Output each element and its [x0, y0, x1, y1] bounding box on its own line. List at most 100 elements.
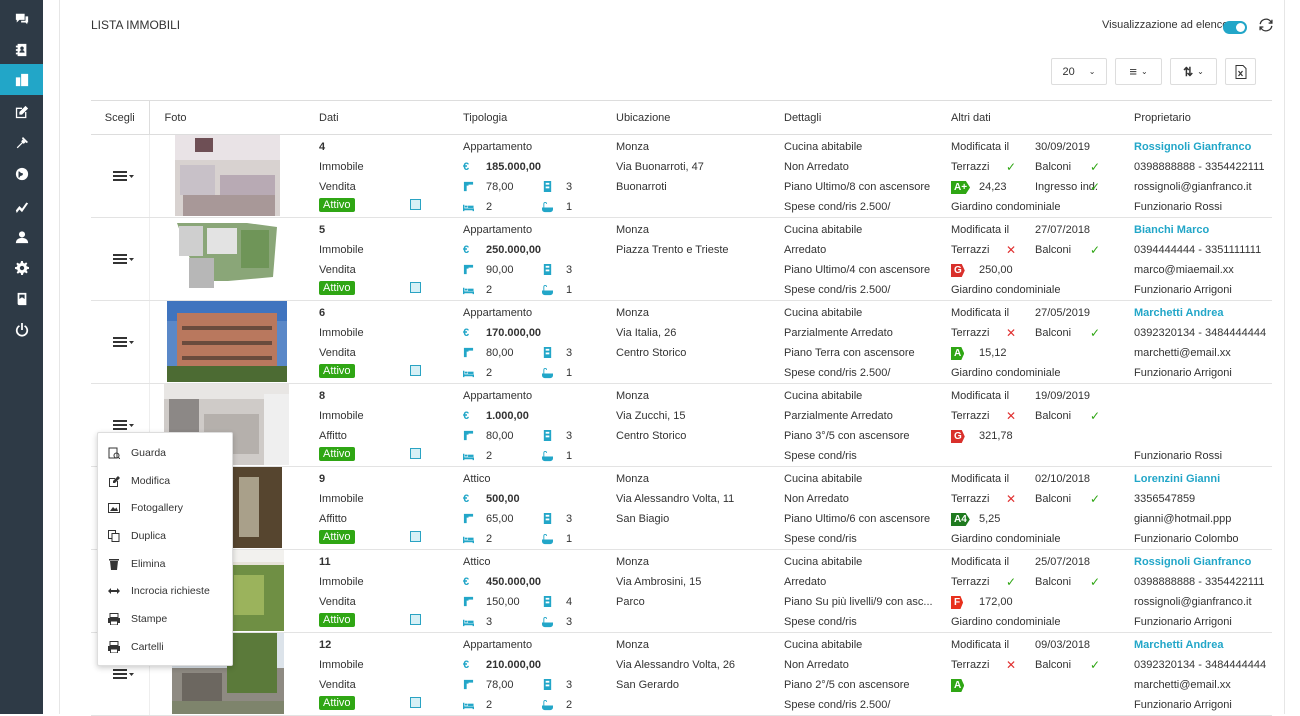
menu-item-stampe[interactable]: Stampe: [98, 607, 234, 631]
other-data-cell: Modificata il 27/05/2019 Terrazzi ✕ Balconi ✓…: [951, 300, 1134, 384]
sidebar-item-buildings[interactable]: [0, 64, 43, 95]
table-row[interactable]: 11 Immobile Vendita Attivo Attico €450.000,00…: [91, 549, 1272, 633]
owner-name-link[interactable]: Marchetti Andrea: [1134, 639, 1223, 651]
sidebar-item-chart[interactable]: [0, 190, 43, 221]
status-badge: Attivo: [319, 613, 355, 627]
column-header-altri-dati: Altri dati: [951, 100, 1134, 135]
check-icon: ✓: [1090, 180, 1101, 194]
bath-icon: [542, 617, 553, 628]
row-actions-menu: Guarda Modifica Fotogallery Duplica Elimina I…: [97, 432, 233, 666]
status-badge: Attivo: [319, 281, 355, 295]
menu-item-modifica[interactable]: Modifica: [98, 469, 234, 493]
address: Via Buonarroti, 47: [616, 161, 704, 173]
menu-item-fotogallery[interactable]: Fotogallery: [98, 496, 234, 520]
table-row[interactable]: 8 Immobile Affitto Attivo Appartamento €1.000…: [91, 383, 1272, 467]
rooms-icon: [543, 430, 552, 441]
bedrooms-count: 2: [486, 284, 493, 296]
menu-item-incrocia-richieste[interactable]: Incrocia richieste: [98, 579, 234, 603]
floorplan-icon[interactable]: [410, 282, 421, 293]
owner-name-link[interactable]: Bianchi Marco: [1134, 224, 1209, 236]
view-mode-toggle[interactable]: [1223, 21, 1247, 34]
table-row[interactable]: 9 Immobile Affitto Attivo Attico €500,00 65,00…: [91, 466, 1272, 550]
terraces-label: Terrazzi: [951, 327, 990, 339]
sidebar-item-power[interactable]: [0, 314, 43, 345]
sidebar-item-tools[interactable]: [0, 127, 43, 158]
property-type: Appartamento: [463, 307, 533, 319]
menu-item-duplica[interactable]: Duplica: [98, 524, 234, 548]
location-cell: Monza Via Ambrosini, 15 Parco: [616, 549, 784, 633]
floorplan-icon[interactable]: [410, 531, 421, 542]
type-cell: Appartamento €250.000,00 90,00 3 2 1: [463, 217, 616, 301]
sidebar-item-edit[interactable]: [0, 96, 43, 127]
terraces-label: Terrazzi: [951, 576, 990, 588]
table-row[interactable]: 12 Immobile Vendita Attivo Appartamento €210.…: [91, 632, 1272, 716]
sidebar-item-globe[interactable]: [0, 158, 43, 189]
menu-item-label: Incrocia richieste: [131, 585, 210, 597]
columns-menu-button[interactable]: ≡ ⌄: [1115, 58, 1162, 85]
page-size-select[interactable]: 20 ⌄: [1051, 58, 1107, 85]
owner-name-link[interactable]: Rossignoli Gianfranco: [1134, 556, 1251, 568]
menu-item-elimina[interactable]: Elimina: [98, 552, 234, 576]
detail-floor: Piano 2°/5 con ascensore: [784, 679, 910, 691]
property-photo[interactable]: [174, 135, 280, 216]
balconies-label: Balconi: [1035, 493, 1072, 505]
menu-item-label: Cartelli: [131, 641, 164, 653]
menu-item-guarda[interactable]: Guarda: [98, 441, 234, 465]
sort-menu-button[interactable]: ⇅ ⌄: [1170, 58, 1217, 85]
address: Via Alessandro Volta, 26: [616, 659, 736, 671]
detail-furnishing: Non Arredato: [784, 659, 849, 671]
price: 210.000,00: [486, 659, 542, 671]
sidebar-item-user[interactable]: [0, 221, 43, 252]
energy-value: 172,00: [979, 596, 1013, 608]
power-icon: [15, 322, 28, 337]
row-menu-icon[interactable]: [113, 252, 135, 266]
bedrooms-count: 2: [486, 533, 493, 545]
floorplan-icon[interactable]: [410, 614, 421, 625]
bed-icon: [463, 619, 474, 627]
owner-cell: Lorenzini Gianni 3356547859 gianni@hotmail…: [1134, 466, 1272, 550]
sidebar-item-book[interactable]: [0, 283, 43, 314]
owner-cell: Funzionario Rossi: [1134, 383, 1272, 467]
owner-name-link[interactable]: Marchetti Andrea: [1134, 307, 1223, 319]
price: 500,00: [486, 493, 520, 505]
floorplan-icon[interactable]: [410, 365, 421, 376]
row-menu-icon[interactable]: [113, 169, 135, 183]
surface: 78,00: [486, 679, 514, 691]
owner-name-link[interactable]: Lorenzini Gianni: [1134, 473, 1220, 485]
property-type: Attico: [463, 556, 491, 568]
table-row[interactable]: 6 Immobile Vendita Attivo Appartamento €170.0…: [91, 300, 1272, 384]
owner-name-link[interactable]: Rossignoli Gianfranco: [1134, 141, 1251, 153]
property-photo[interactable]: [166, 301, 287, 382]
row-menu-icon[interactable]: [113, 335, 135, 349]
sidebar-item-chat[interactable]: [0, 3, 43, 34]
address: Piazza Trento e Trieste: [616, 244, 729, 256]
table-row[interactable]: 5 Immobile Vendita Attivo Appartamento €250.0…: [91, 217, 1272, 301]
sidebar-item-gear[interactable]: [0, 252, 43, 283]
refresh-icon[interactable]: [1259, 18, 1273, 32]
row-menu-icon[interactable]: [113, 667, 135, 681]
owner-phone: 0398888888 - 3354422111: [1134, 576, 1265, 588]
area-icon: [463, 513, 474, 524]
property-photo[interactable]: [168, 218, 282, 299]
table-row[interactable]: 4 Immobile Vendita Attivo Appartamento €185.0…: [91, 134, 1272, 218]
cross-icon: ✕: [1006, 492, 1017, 506]
floorplan-icon[interactable]: [410, 448, 421, 459]
category: Immobile: [319, 576, 364, 588]
row-menu-icon[interactable]: [113, 418, 135, 432]
sidebar-item-contacts[interactable]: [0, 34, 43, 65]
floorplan-icon[interactable]: [410, 199, 421, 210]
menu-item-cartelli[interactable]: Cartelli: [98, 635, 234, 659]
detail-kitchen: Cucina abitabile: [784, 224, 863, 236]
contacts-icon: [15, 43, 26, 56]
rooms-count: 3: [566, 264, 573, 276]
floorplan-icon[interactable]: [410, 697, 421, 708]
modified-label: Modificata il: [951, 307, 1010, 319]
export-excel-button[interactable]: [1225, 58, 1256, 85]
zone: San Biagio: [616, 513, 670, 525]
energy-class-badge: A: [951, 679, 965, 692]
modified-date: 30/09/2019: [1035, 141, 1091, 153]
energy-value: 5,25: [979, 513, 1001, 525]
detail-furnishing: Non Arredato: [784, 493, 849, 505]
rooms-count: 3: [566, 181, 573, 193]
other-data-cell: Modificata il 02/10/2018 Terrazzi ✕ Balconi ✓…: [951, 466, 1134, 550]
